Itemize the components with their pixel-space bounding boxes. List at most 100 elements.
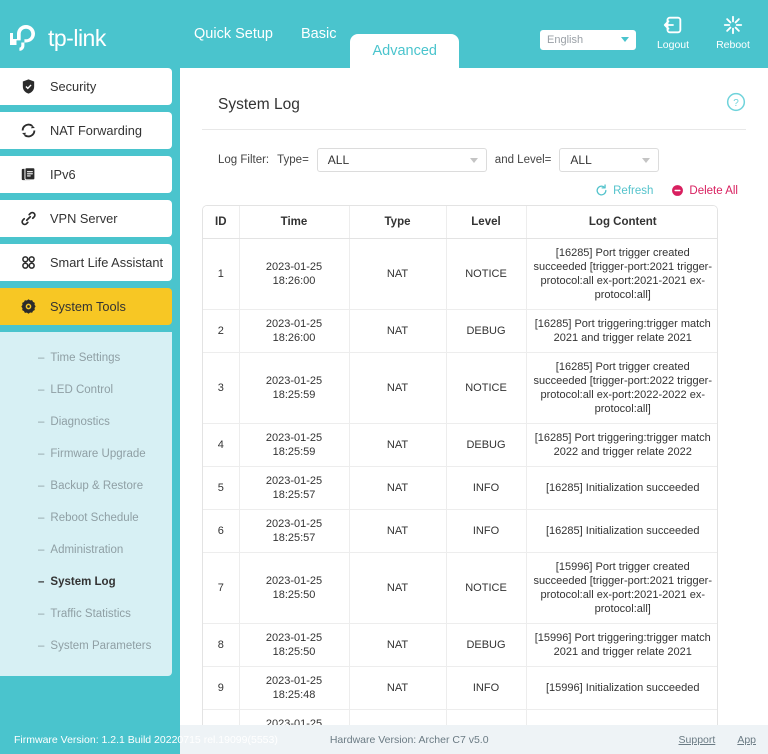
sidebar-item-vpn-server[interactable]: VPN Server [0, 200, 172, 237]
submenu-item-backup-restore[interactable]: – Backup & Restore [0, 470, 172, 502]
table-row[interactable]: 4 2023-01-25 18:25:59 NAT DEBUG [16285] Port… [203, 423, 717, 467]
type-value: ALL [327, 153, 350, 167]
refresh-button[interactable]: Refresh [595, 184, 653, 197]
column-header-time: Time [239, 206, 350, 239]
cell-id: 1 [203, 238, 240, 310]
minus-circle-icon [672, 185, 684, 196]
document-icon [18, 165, 38, 185]
cell-log-content: [16285] Port trigger created succeeded [… [526, 352, 717, 424]
logout-icon [663, 16, 682, 34]
sidebar-item-label: System Tools [50, 299, 126, 314]
sidebar-item-smart-life-assistant[interactable]: Smart Life Assistant [0, 244, 172, 281]
dash: – [38, 512, 45, 524]
level-label: and Level= [494, 154, 552, 166]
cell-level: INFO [446, 666, 527, 710]
tab-quick-setup[interactable]: Quick Setup [180, 0, 287, 68]
tplink-logo-icon [10, 25, 35, 51]
help-button[interactable]: ? [726, 92, 746, 117]
cell-level: NOTICE [446, 552, 527, 624]
chevron-down-icon [621, 37, 629, 42]
column-header-level: Level [446, 206, 527, 239]
cell-type: NAT [349, 466, 447, 510]
table-row[interactable]: 3 2023-01-25 18:25:59 NAT NOTICE [16285] Por… [203, 352, 717, 424]
submenu-item-led-control[interactable]: – LED Control [0, 374, 172, 406]
delete-all-button[interactable]: Delete All [671, 184, 738, 197]
type-select[interactable]: ALL [316, 148, 487, 172]
cell-log-content: [16285] Initialization succeeded [526, 466, 717, 510]
submenu-item-traffic-statistics[interactable]: – Traffic Statistics [0, 598, 172, 630]
sidebar-item-ipv6[interactable]: IPv6 [0, 156, 172, 193]
cell-id: 9 [203, 666, 240, 710]
svg-text:?: ? [733, 98, 739, 109]
cell-type: NAT [349, 552, 447, 624]
table-row[interactable]: 1 2023-01-25 18:26:00 NAT NOTICE [16285] Por… [203, 238, 717, 310]
table-body: 1 2023-01-25 18:26:00 NAT NOTICE [16285] Por… [203, 238, 717, 725]
brand-logo[interactable]: tp-link [10, 22, 106, 54]
cell-level: NOTICE [446, 352, 527, 424]
tab-advanced[interactable]: Advanced [350, 34, 459, 68]
main-nav-tabs: Quick Setup Basic Advanced [180, 0, 459, 68]
cell-time: 2023-01-25 18:26:00 [239, 309, 350, 353]
table-row[interactable]: 9 2023-01-25 18:25:48 NAT INFO [15996] Initi… [203, 666, 717, 710]
cell-log-content: [16285] Port triggering:trigger match 20… [526, 423, 717, 467]
sidebar-item-label: Smart Life Assistant [50, 255, 164, 270]
refresh-circle-icon [596, 184, 607, 196]
submenu-item-label: Time Settings [50, 352, 121, 364]
cell-time: 2023-01-25 18:25:50 [239, 552, 350, 624]
table-header-row: ID Time Type Level Log Content [203, 206, 717, 239]
submenu-item-label: LED Control [50, 384, 114, 396]
cell-time: 2023-01-25 18:25:57 [239, 466, 350, 510]
cell-time: 2023-01-25 18:26:00 [239, 238, 350, 310]
table-row[interactable]: 8 2023-01-25 18:25:50 NAT DEBUG [15996] Port… [203, 623, 717, 667]
language-select[interactable]: English [540, 30, 636, 50]
main-content: System Log ? Log Filter: Type= ALL and L… [180, 68, 768, 725]
cell-log-content: [15996] Port triggering:trigger match 20… [526, 623, 717, 667]
cell-id: 5 [203, 466, 240, 510]
table-row[interactable]: 7 2023-01-25 18:25:50 NAT NOTICE [15996] Por… [203, 552, 717, 624]
cell-type: NAT [349, 309, 447, 353]
submenu-item-system-log[interactable]: – System Log [0, 566, 172, 598]
delete-all-label: Delete All [689, 184, 738, 197]
table-row[interactable]: 6 2023-01-25 18:25:57 NAT INFO [16285] Initi… [203, 509, 717, 553]
refresh-label: Refresh [613, 184, 654, 197]
support-link[interactable]: Support [679, 734, 716, 746]
table-row[interactable]: 102023-01-25 18:25:47NATINFO[15996] Init… [203, 709, 717, 725]
table-row[interactable]: 5 2023-01-25 18:25:57 NAT INFO [16285] Initi… [203, 466, 717, 510]
app-link[interactable]: App [737, 734, 756, 746]
submenu-item-reboot-schedule[interactable]: – Reboot Schedule [0, 502, 172, 534]
cell-level: INFO [446, 709, 527, 725]
header-actions: English Logout Reboot [540, 14, 756, 51]
cell-log-content: [16285] Initialization succeeded [526, 509, 717, 553]
cell-time: 2023-01-25 18:25:47 [239, 709, 350, 725]
router-admin-page: tp-link Quick Setup Basic Advanced Engli… [0, 0, 768, 754]
refresh-arrows-icon [18, 121, 38, 141]
dash: – [38, 640, 45, 652]
tab-basic[interactable]: Basic [287, 0, 350, 68]
reboot-button[interactable]: Reboot [710, 14, 756, 51]
sidebar-item-nat-forwarding[interactable]: NAT Forwarding [0, 112, 172, 149]
submenu-item-time-settings[interactable]: – Time Settings [0, 342, 172, 374]
cell-type: NAT [349, 238, 447, 310]
level-select[interactable]: ALL [559, 148, 660, 172]
firmware-version: Firmware Version: 1.2.1 Build 20220715 r… [14, 733, 278, 746]
cell-id: 6 [203, 509, 240, 553]
submenu-item-firmware-upgrade[interactable]: – Firmware Upgrade [0, 438, 172, 470]
submenu-item-diagnostics[interactable]: – Diagnostics [0, 406, 172, 438]
cell-type: NAT [349, 509, 447, 553]
top-header: tp-link Quick Setup Basic Advanced Engli… [0, 0, 768, 68]
logout-button[interactable]: Logout [650, 14, 696, 51]
column-header-log-content: Log Content [526, 206, 717, 239]
cell-log-content: [15996] Port trigger created succeeded [… [526, 552, 717, 624]
submenu-item-system-parameters[interactable]: – System Parameters [0, 630, 172, 662]
submenu-item-administration[interactable]: – Administration [0, 534, 172, 566]
cell-log-content: [15996] Initialization succeeded [526, 666, 717, 710]
submenu-item-label: Firmware Upgrade [50, 448, 146, 460]
sidebar-item-label: Security [50, 79, 97, 94]
sidebar-item-system-tools[interactable]: System Tools [0, 288, 172, 325]
cell-time: 2023-01-25 18:25:59 [239, 423, 350, 467]
log-filter-label: Log Filter: [218, 154, 270, 166]
table-row[interactable]: 2 2023-01-25 18:26:00 NAT DEBUG [16285] Port… [203, 309, 717, 353]
reboot-icon [723, 15, 743, 35]
sidebar-item-security[interactable]: Security [0, 68, 172, 105]
page-header: System Log ? [202, 68, 746, 130]
